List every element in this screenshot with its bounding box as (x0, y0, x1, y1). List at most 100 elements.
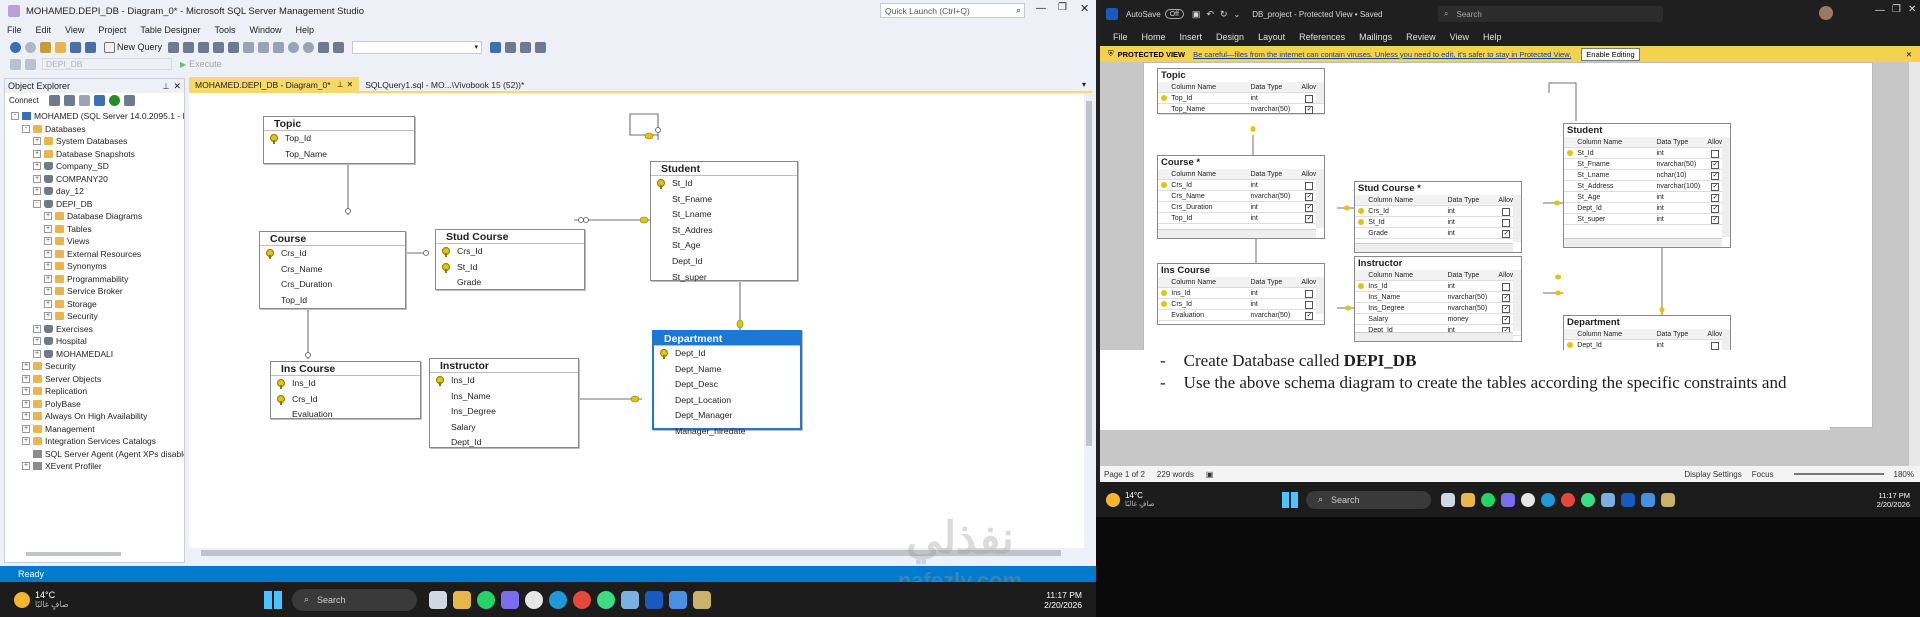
restore-button[interactable]: ❐ (1892, 4, 1901, 15)
task-view-icon[interactable] (429, 590, 447, 609)
table-column[interactable]: St_Age (651, 238, 797, 254)
weather-widget[interactable]: 14°C صافٍ غالبًا (1106, 491, 1186, 508)
zoom-slider[interactable] (1793, 473, 1884, 475)
whatsapp-icon[interactable] (1481, 492, 1495, 507)
table-column[interactable]: St_Lname (651, 207, 797, 223)
menu-tools[interactable]: Tools (207, 25, 242, 35)
expand-icon[interactable]: + (44, 224, 52, 233)
app-icon-extra[interactable] (621, 590, 639, 609)
collapse-icon[interactable]: - (22, 124, 30, 133)
query-icon-3[interactable] (198, 41, 210, 53)
save-icon[interactable] (70, 41, 81, 53)
query-icon-5[interactable] (228, 41, 240, 53)
expand-icon[interactable]: + (44, 299, 52, 308)
diagram-table-instructor[interactable]: Instructor Ins_Id Ins_Name Ins_Degree Salar… (429, 358, 579, 448)
tree-item[interactable]: - MOHAMED (SQL Server 14.0.2095.1 - MO (5, 110, 184, 123)
diagram-vertical-scrollbar[interactable] (1084, 93, 1094, 558)
diagram-table-course[interactable]: Course Crs_Id Crs_Name Crs_Duration Top_Id (259, 231, 406, 309)
save-all-icon[interactable] (85, 41, 96, 53)
wrench-icon[interactable] (505, 41, 517, 53)
connect-dropdown[interactable]: Connect (9, 96, 39, 105)
table-column[interactable]: St_super (651, 270, 797, 286)
diagram-table-topic[interactable]: Topic Top_Id Top_Name (263, 116, 415, 164)
expand-icon[interactable]: + (44, 287, 52, 296)
table-column[interactable]: Manager_hiredate (654, 424, 800, 440)
undo-icon[interactable] (288, 41, 300, 53)
table-column[interactable]: Dept_Id (430, 435, 578, 451)
table-column[interactable]: Dept_Desc (654, 377, 800, 393)
activity-monitor-icon[interactable] (318, 41, 330, 53)
focus-button[interactable]: Focus (1752, 470, 1774, 479)
table-column[interactable]: Crs_Id (260, 246, 405, 262)
tree-item[interactable]: - DEPI_DB (5, 198, 184, 211)
tree-item[interactable]: + MOHAMEDALI (5, 348, 184, 361)
table-column[interactable]: Dept_Name (654, 362, 800, 378)
whatsapp-icon[interactable] (477, 590, 495, 609)
table-column[interactable]: Ins_Id (430, 373, 578, 389)
tree-item[interactable]: + Service Broker (5, 285, 184, 298)
taskbar-clock[interactable]: 11:17 PM 2/20/2026 (1044, 590, 1082, 610)
close-bar-icon[interactable]: ✕ (1906, 50, 1912, 59)
table-column[interactable]: Salary (430, 420, 578, 436)
collapse-icon[interactable]: - (11, 112, 19, 121)
tree-item[interactable]: + Views (5, 235, 184, 248)
expand-icon[interactable]: + (33, 149, 41, 158)
tab-sqlquery[interactable]: SQLQuery1.sql - MO...\Vivobook 15 (52))* (359, 77, 530, 92)
menu-file[interactable]: File (0, 25, 29, 35)
diagram-table-department[interactable]: Department Dept_Id Dept_Name Dept_Desc Dept… (652, 330, 802, 436)
expand-icon[interactable]: + (33, 137, 41, 146)
oe-horizontal-scrollbar[interactable] (26, 552, 121, 556)
word-vscroll[interactable] (1909, 62, 1920, 466)
tab-insert[interactable]: Insert (1173, 32, 1210, 42)
tab-overflow-icon[interactable]: ▾ (1082, 80, 1086, 89)
tree-item[interactable]: + PolyBase (5, 398, 184, 411)
copilot-icon[interactable] (501, 590, 519, 609)
table-column[interactable]: St_Id (651, 176, 797, 192)
tab-diagram[interactable]: MOHAMED.DEPI_DB - Diagram_0* ⊥ ✕ (189, 77, 360, 92)
table-column[interactable]: Crs_Id (436, 244, 584, 260)
expand-icon[interactable]: + (22, 462, 30, 471)
word-icon[interactable] (1621, 492, 1635, 507)
quick-launch-input[interactable]: Quick Launch (Ctrl+Q) (885, 6, 1016, 16)
tab-home[interactable]: Home (1135, 32, 1173, 42)
taskbar-search[interactable]: ⌕ Search (292, 588, 417, 611)
tree-item[interactable]: + External Resources (5, 248, 184, 261)
expand-icon[interactable]: + (33, 187, 41, 196)
expand-icon[interactable]: + (33, 162, 41, 171)
word-search[interactable]: ⌕ Search (1438, 6, 1663, 22)
tab-layout[interactable]: Layout (1251, 32, 1292, 42)
diagram-table-ins-course[interactable]: Ins Course Ins_Id Crs_Id Evaluation (270, 361, 421, 419)
forward-icon[interactable] (25, 41, 36, 53)
close-panel-icon[interactable]: ✕ (173, 81, 181, 92)
expand-icon[interactable]: + (22, 399, 30, 408)
chrome-icon[interactable] (1561, 492, 1575, 507)
pin-tab-icon[interactable]: ⊥ (337, 80, 344, 89)
undo-icon[interactable]: ↶ (1206, 9, 1214, 20)
table-column[interactable]: Grade (436, 275, 584, 291)
tree-item[interactable]: + Integration Services Catalogs (5, 435, 184, 448)
tree-item[interactable]: + System Databases (5, 135, 184, 148)
layout-icon[interactable] (520, 41, 532, 53)
tree-item[interactable]: + Company_SD (5, 160, 184, 173)
table-column[interactable]: Dept_Id (651, 254, 797, 270)
tab-mailings[interactable]: Mailings (1352, 32, 1399, 42)
connect-server-icon[interactable] (48, 95, 60, 106)
menu-project[interactable]: Project (91, 25, 133, 35)
new-project-icon[interactable] (40, 41, 51, 53)
expand-icon[interactable]: + (44, 237, 52, 246)
refresh-icon[interactable] (108, 95, 120, 106)
expand-icon[interactable]: + (44, 274, 52, 283)
proofing-icon[interactable]: ▣ (1206, 470, 1214, 479)
customize-icon[interactable]: ⌄ (1234, 10, 1241, 19)
expand-icon[interactable]: + (22, 374, 30, 383)
properties-icon[interactable] (490, 41, 502, 53)
table-column[interactable]: St_Addres (651, 223, 797, 239)
chrome-icon[interactable] (573, 590, 591, 609)
diagram-table-stud-course[interactable]: Stud Course Crs_Id St_Id Grade (435, 229, 585, 290)
table-column[interactable]: Crs_Id (271, 392, 420, 408)
expand-icon[interactable]: + (22, 412, 30, 421)
restore-button[interactable]: ❐ (1058, 2, 1067, 13)
minimize-button[interactable]: — (1036, 3, 1046, 14)
file-explorer-icon[interactable] (453, 590, 471, 609)
tab-help[interactable]: Help (1476, 32, 1509, 42)
